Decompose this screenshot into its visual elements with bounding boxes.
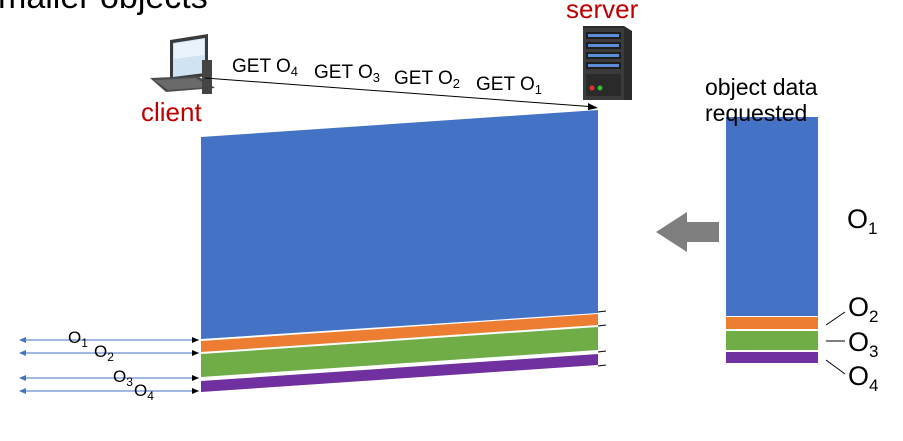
leader-line-o2	[825, 311, 846, 326]
legend-segment-o1	[726, 117, 818, 316]
request-arrowhead	[588, 103, 598, 110]
legend-title: object data requested	[705, 74, 818, 126]
request-label-o2: GET O2	[394, 68, 461, 91]
transfer-band-o1	[201, 110, 598, 339]
diagram-canvas	[19, 26, 846, 394]
client-label: client	[141, 97, 202, 127]
desktop-computer-icon	[150, 34, 215, 94]
request-label-o1: GET O1	[476, 74, 543, 97]
diagram-stage: maller objects	[0, 0, 903, 441]
arrival-arrow-o4	[19, 388, 199, 394]
legend-segment-o2	[726, 317, 818, 329]
request-label-o4: GET O4	[232, 56, 299, 79]
arrival-label-o1: O1	[68, 328, 88, 350]
legend-label-o4: O4	[848, 361, 879, 395]
leader-line-o4	[825, 359, 846, 375]
request-label-o3: GET O3	[314, 62, 381, 85]
legend-label-o1: O1	[847, 204, 878, 238]
left-arrow-icon	[656, 212, 719, 252]
arrival-arrow-o3	[19, 375, 199, 381]
arrival-label-o3: O3	[113, 367, 133, 389]
legend-label-o3: O3	[848, 327, 879, 361]
server-tower-icon	[583, 26, 632, 100]
arrival-label-o2: O2	[94, 342, 114, 364]
arrival-label-o4: O4	[134, 381, 154, 403]
legend-segment-o4	[726, 352, 818, 363]
legend-label-o2: O2	[848, 292, 879, 326]
legend-segment-o3	[726, 331, 818, 350]
server-label: server	[566, 0, 639, 24]
